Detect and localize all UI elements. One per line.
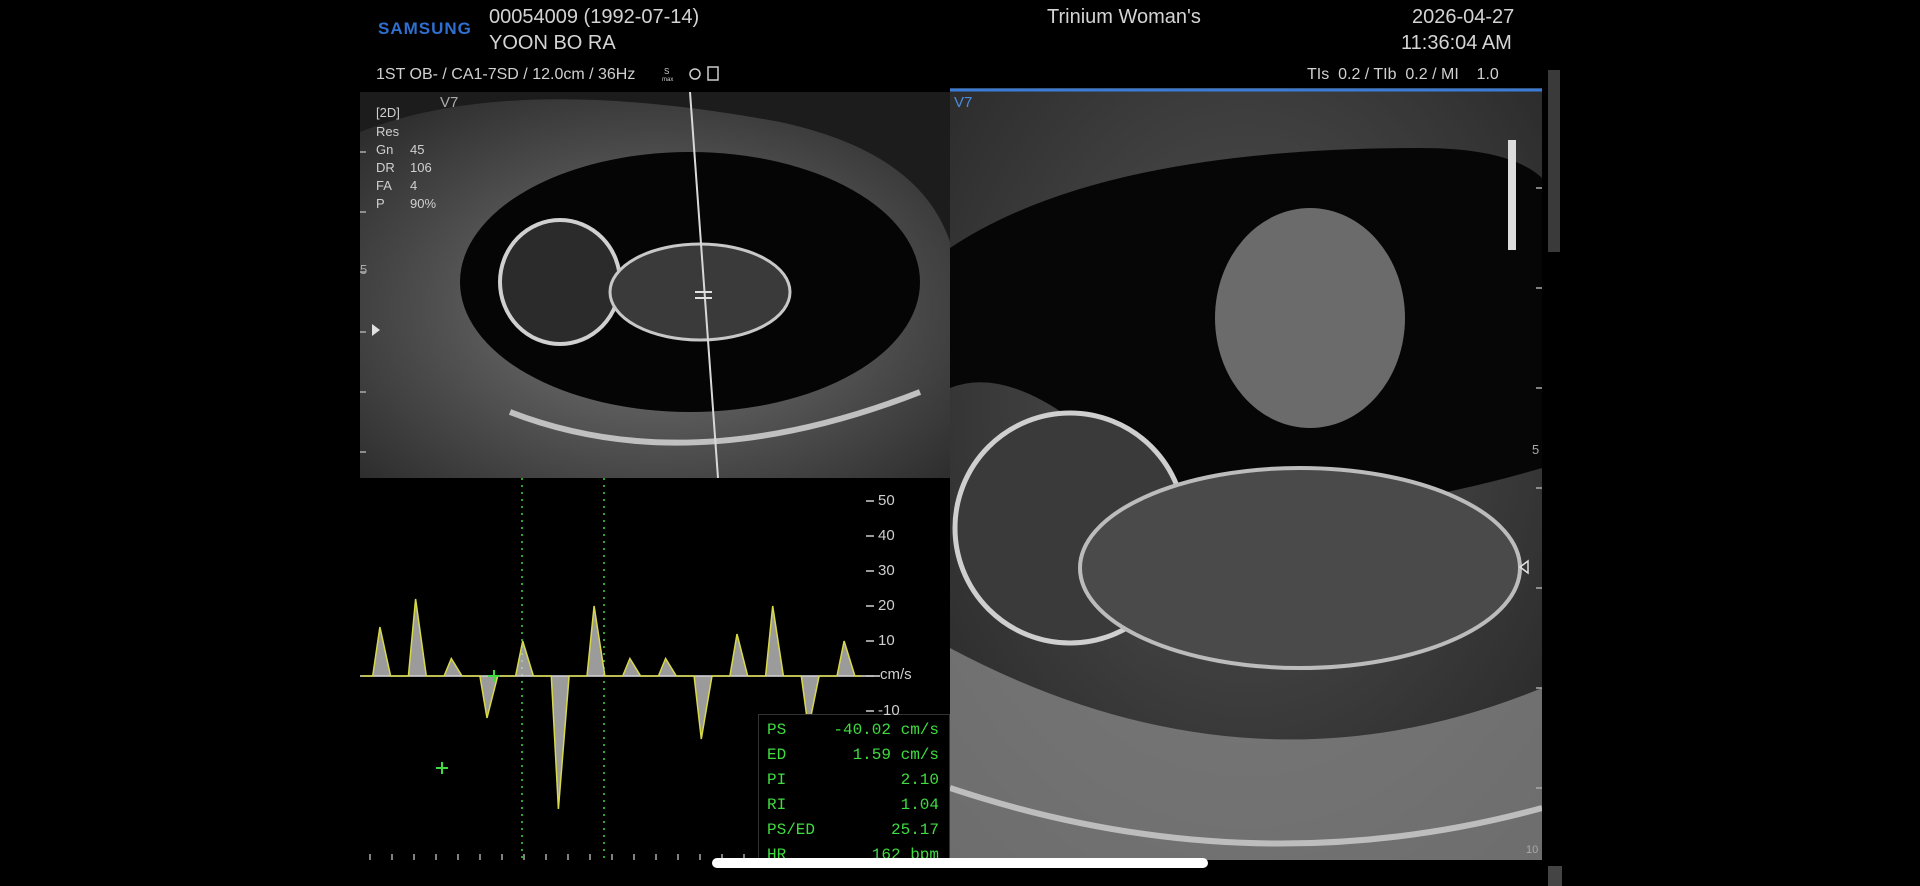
param-value: 45	[410, 142, 425, 157]
scroll-handle[interactable]	[1548, 866, 1562, 886]
side-thumbnail-strip	[1548, 70, 1560, 252]
param-row: FA 4	[376, 177, 436, 195]
scale-label: 10	[878, 632, 895, 649]
measurement-value: 1.04	[900, 795, 939, 814]
right-ultrasound-image	[950, 88, 1542, 860]
right-2d-image-panel[interactable]: V7 5 10	[950, 88, 1542, 860]
caliper-marker[interactable]	[436, 762, 448, 774]
home-indicator-bar[interactable]	[712, 858, 1208, 868]
thermal-mechanical-index: TIs 0.2 / TIb 0.2 / MI 1.0	[1307, 66, 1499, 83]
measurement-key: PS/ED	[767, 820, 816, 839]
samsung-logo: SAMSUNG	[378, 19, 472, 38]
velocity-unit: cm/s	[880, 666, 912, 683]
param-key: FA	[376, 178, 392, 193]
imaging-mode: [2D]	[376, 105, 400, 120]
measurement-pi: PI 2.10	[767, 767, 943, 792]
measurement-box: PS -40.02 cm/s ED 1.59 cm/s PI 2.10 RI 1.04 …	[758, 714, 950, 860]
param-row: Res	[376, 123, 436, 141]
measurement-ps-ed: PS/ED 25.17	[767, 817, 943, 842]
scale-label: -10	[878, 702, 900, 719]
param-key: P	[376, 196, 385, 211]
measurement-key: PS	[767, 720, 787, 739]
scale-label: 50	[878, 492, 895, 509]
measurement-value: 2.10	[900, 770, 939, 789]
measurement-ps: PS -40.02 cm/s	[767, 717, 943, 742]
scale-label: 20	[878, 597, 895, 614]
measurement-key: ED	[767, 745, 787, 764]
svg-text:S: S	[664, 67, 669, 76]
measurement-value: 1.59 cm/s	[852, 745, 939, 764]
param-value: 4	[410, 178, 418, 193]
param-row: DR 106	[376, 159, 436, 177]
left-2d-image-panel[interactable]: V7 [2D] Res Gn 45 DR 106 FA 4 P 90% 5	[360, 92, 950, 478]
imaging-params: Res Gn 45 DR 106 FA 4 P 90%	[376, 123, 436, 213]
svg-text:max: max	[662, 77, 673, 82]
exam-date: 2026-04-27	[1412, 6, 1515, 28]
patient-name: YOON BO RA	[489, 32, 616, 54]
left-depth-marker: 5	[360, 262, 368, 277]
param-key: DR	[376, 160, 395, 175]
doppler-spectrum-panel[interactable]: cm/s PS -40.02 cm/s ED 1.59 cm/s PI 2.10 RI…	[360, 478, 950, 860]
scale-label: 30	[878, 562, 895, 579]
right-bottom-marker: 10	[1526, 844, 1539, 856]
measurement-ed: ED 1.59 cm/s	[767, 742, 943, 767]
probe-status-icons: S max	[662, 64, 724, 83]
patient-id: 00054009 (1992-07-14)	[489, 6, 700, 28]
param-key: Res	[376, 124, 400, 139]
param-row: Gn 45	[376, 141, 436, 159]
measurement-key: RI	[767, 795, 787, 814]
right-depth-marker: 5	[1532, 442, 1540, 457]
param-row: P 90%	[376, 195, 436, 213]
measurement-ri: RI 1.04	[767, 792, 943, 817]
measurement-value: 25.17	[890, 820, 939, 839]
scale-label: 40	[878, 527, 895, 544]
exam-info: 1ST OB- / CA1-7SD / 12.0cm / 36Hz	[376, 66, 636, 83]
param-value: 90%	[410, 196, 437, 211]
institution-name: Trinium Woman's	[1047, 6, 1201, 28]
right-view-label: V7	[954, 94, 973, 111]
status-icons-svg: S max	[662, 66, 719, 83]
exam-time: 11:36:04 AM	[1401, 32, 1512, 54]
param-value: 106	[410, 160, 432, 175]
left-ultrasound-image	[360, 92, 950, 478]
measurement-value: -40.02 cm/s	[833, 720, 939, 739]
measurement-key: PI	[767, 770, 787, 789]
left-view-label: V7	[440, 94, 459, 111]
param-key: Gn	[376, 142, 394, 157]
